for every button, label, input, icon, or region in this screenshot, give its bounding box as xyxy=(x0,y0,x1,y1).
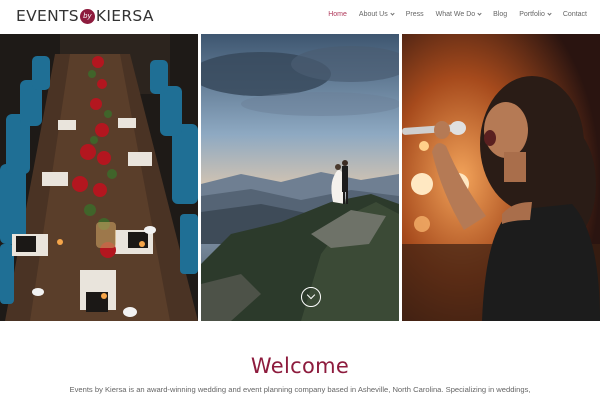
nav-item-portfolio[interactable]: Portfolio xyxy=(519,11,552,18)
main-nav: Home About Us Press What We Do Blog Port… xyxy=(316,11,587,18)
banquet-table-photo xyxy=(0,34,198,321)
nav-label: Portfolio xyxy=(519,11,545,18)
hero-photo-strip xyxy=(0,34,600,321)
singer-performance-photo xyxy=(402,34,600,321)
nav-label: Contact xyxy=(562,11,587,18)
mountain-couple-photo xyxy=(201,34,399,321)
welcome-intro-text: Events by Kiersa is an award-winning wed… xyxy=(69,385,531,394)
chevron-down-icon xyxy=(547,11,552,16)
site-header: EVENTS by KIERSA Home About Us Press Wha… xyxy=(0,0,600,34)
nav-label: What We Do xyxy=(435,11,476,18)
nav-item-about-us[interactable]: About Us xyxy=(358,11,395,18)
chevron-down-icon xyxy=(477,11,482,16)
chevron-down-icon xyxy=(390,11,395,16)
nav-item-home[interactable]: Home xyxy=(328,11,347,18)
logo-badge: by xyxy=(79,8,95,24)
nav-item-press[interactable]: Press xyxy=(406,11,424,18)
logo-text-right: KIERSA xyxy=(95,7,154,25)
nav-item-contact[interactable]: Contact xyxy=(563,11,587,18)
nav-label: Press xyxy=(405,11,424,18)
nav-label: About Us xyxy=(358,11,388,18)
nav-item-what-we-do[interactable]: What We Do xyxy=(436,11,482,18)
site-logo[interactable]: EVENTS by KIERSA xyxy=(16,5,154,27)
nav-label: Home xyxy=(328,11,347,18)
nav-label: Blog xyxy=(493,11,508,18)
scroll-down-button[interactable] xyxy=(301,287,321,307)
welcome-heading: Welcome xyxy=(250,354,350,378)
logo-text-left: EVENTS xyxy=(16,7,79,25)
nav-item-blog[interactable]: Blog xyxy=(493,11,507,18)
